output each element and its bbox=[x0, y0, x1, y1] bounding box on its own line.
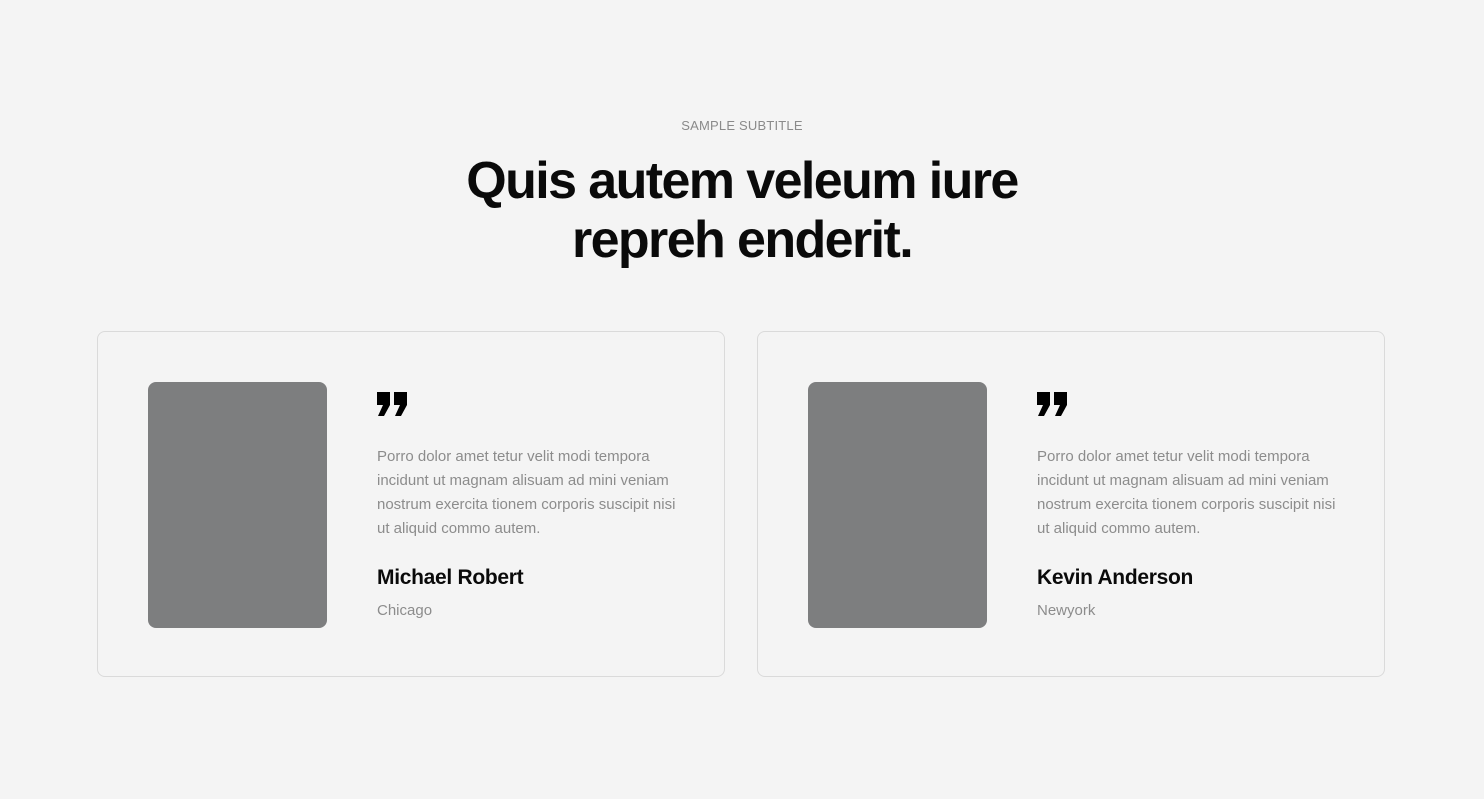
quote-icon bbox=[377, 392, 407, 416]
section-title-line-2: repreh enderit. bbox=[571, 211, 914, 269]
section-subtitle: SAMPLE SUBTITLE bbox=[681, 118, 803, 133]
quote-icon bbox=[1037, 392, 1067, 416]
avatar-placeholder bbox=[148, 382, 327, 628]
testimonial-card: Porro dolor amet tetur velit modi tempor… bbox=[97, 331, 725, 677]
testimonial-quote: Porro dolor amet tetur velit modi tempor… bbox=[377, 448, 676, 537]
section-title: Quis autem veleum iure repreh enderit. bbox=[0, 152, 1484, 270]
testimonial-card: Porro dolor amet tetur velit modi tempor… bbox=[757, 331, 1385, 677]
testimonials-section: SAMPLE SUBTITLE Quis autem veleum iure r… bbox=[0, 0, 1484, 799]
avatar-placeholder bbox=[808, 382, 987, 628]
section-title-line-1: Quis autem veleum iure bbox=[466, 152, 1019, 210]
testimonial-quote: Porro dolor amet tetur velit modi tempor… bbox=[1037, 448, 1336, 537]
testimonial-location: Newyork bbox=[1037, 602, 1096, 619]
testimonial-name: Kevin Anderson bbox=[1037, 566, 1194, 589]
testimonial-location: Chicago bbox=[377, 602, 433, 619]
testimonial-name: Michael Robert bbox=[377, 566, 524, 589]
